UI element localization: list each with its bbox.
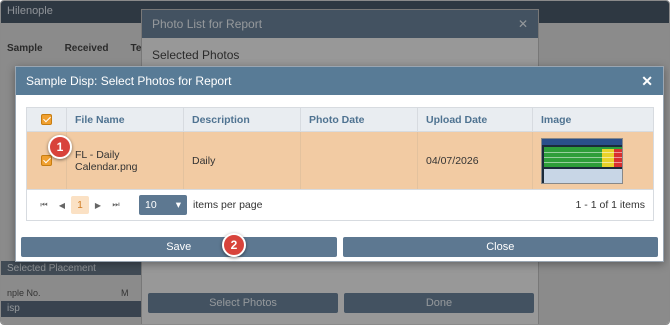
grid-pager: ⏮ ◀ 1 ▶ ⏭ 10 ▾ items per page 1 - 1 of 1… xyxy=(27,190,653,220)
column-header-file-name[interactable]: File Name xyxy=(67,108,184,131)
first-page-icon[interactable]: ⏮ xyxy=(35,196,53,214)
cell-file-name: FL - Daily Calendar.png xyxy=(67,132,184,189)
cell-upload-date: 04/07/2026 xyxy=(418,132,533,189)
cell-photo-date xyxy=(301,132,418,189)
select-all-checkbox[interactable] xyxy=(41,114,52,125)
page-size-select[interactable]: 10 ▾ xyxy=(139,195,187,215)
save-button[interactable]: Save xyxy=(21,237,337,257)
column-header-description[interactable]: Description xyxy=(184,108,301,131)
table-row[interactable]: FL - Daily Calendar.png Daily 04/07/2026 xyxy=(27,132,653,190)
screenshot-frame: Hilenople Sample Received Tes Selected P… xyxy=(0,0,670,325)
callout-badge-2: 2 xyxy=(222,233,246,257)
current-page-button[interactable]: 1 xyxy=(71,196,89,214)
prev-page-icon[interactable]: ◀ xyxy=(53,196,71,214)
chevron-down-icon: ▾ xyxy=(175,199,181,211)
page-size-value: 10 xyxy=(145,199,157,211)
callout-badge-1: 1 xyxy=(48,135,72,159)
modal-header: Sample Disp: Select Photos for Report ✕ xyxy=(16,67,663,95)
photo-thumbnail[interactable] xyxy=(541,137,623,184)
select-all-checkbox-cell[interactable] xyxy=(27,108,67,131)
column-header-image[interactable]: Image xyxy=(533,108,653,131)
close-button[interactable]: Close xyxy=(342,237,658,257)
select-photos-modal: Sample Disp: Select Photos for Report ✕ … xyxy=(15,66,664,262)
cell-image xyxy=(533,132,653,189)
grid-header-row: File Name Description Photo Date Upload … xyxy=(27,108,653,132)
next-page-icon[interactable]: ▶ xyxy=(89,196,107,214)
page-size-label: items per page xyxy=(193,199,263,211)
column-header-photo-date[interactable]: Photo Date xyxy=(301,108,418,131)
modal-footer: Save Close xyxy=(16,237,663,257)
modal-title: Sample Disp: Select Photos for Report xyxy=(26,74,232,88)
photos-grid: File Name Description Photo Date Upload … xyxy=(26,107,654,221)
row-checkbox[interactable] xyxy=(41,155,52,166)
pager-info: 1 - 1 of 1 items xyxy=(575,199,645,211)
column-header-upload-date[interactable]: Upload Date xyxy=(418,108,533,131)
last-page-icon[interactable]: ⏭ xyxy=(107,196,125,214)
cell-description: Daily xyxy=(184,132,301,189)
close-icon[interactable]: ✕ xyxy=(641,73,653,90)
